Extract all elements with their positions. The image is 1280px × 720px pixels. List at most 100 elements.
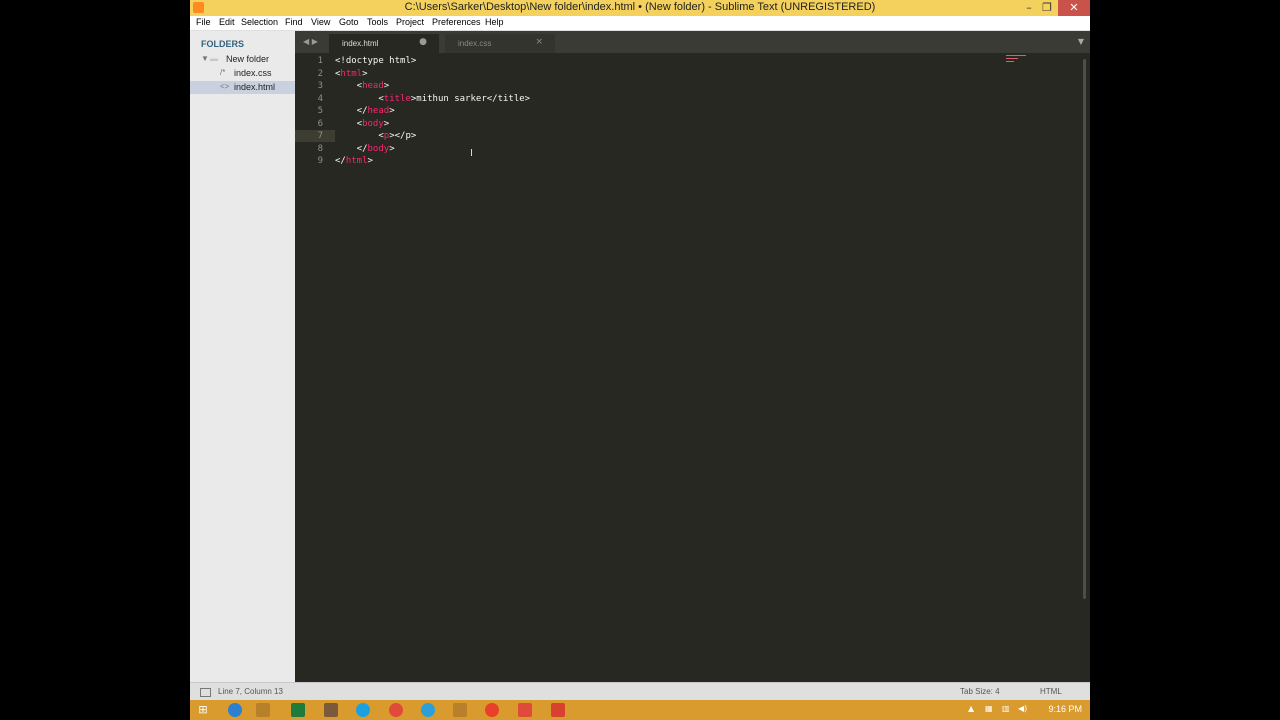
line-number: 8 (317, 143, 323, 154)
code-text: < (335, 93, 384, 104)
code-tag: head (362, 81, 384, 91)
code-tag: html (340, 68, 363, 79)
vertical-scrollbar[interactable] (1083, 59, 1086, 599)
code-text: > (367, 156, 373, 166)
code-text: > (383, 118, 390, 129)
file-explorer-icon[interactable] (256, 703, 270, 717)
tab-index-html[interactable]: index.html ● (329, 34, 439, 53)
menu-find[interactable]: Find (285, 17, 303, 27)
menu-view[interactable]: View (311, 17, 330, 27)
camtasia-icon[interactable] (551, 703, 565, 717)
line-number: 6 (317, 118, 323, 129)
folder-icon: ▬ (210, 54, 218, 63)
code-text: >mithun sarker</title> (410, 93, 531, 104)
sidebar-file-index-html[interactable]: <> index.html (190, 81, 295, 94)
code-text: > (362, 68, 368, 79)
menu-selection[interactable]: Selection (241, 17, 278, 27)
line-number: 1 (317, 56, 323, 66)
sidebar-file-index-css[interactable]: /* index.css (190, 67, 295, 80)
code-text: < (335, 118, 363, 129)
tray-expand-icon[interactable]: ▲ (968, 704, 974, 713)
app-icon[interactable] (324, 703, 338, 717)
line-gutter: 1 2 3 4 5 6 7 8 9 (295, 53, 323, 682)
ibeam-cursor-icon: I (470, 148, 473, 159)
close-button[interactable]: ✕ (1058, 0, 1090, 16)
code-line: <head> (335, 81, 390, 91)
network-icon[interactable]: ▦ (985, 704, 993, 713)
code-line: <body> (335, 118, 390, 129)
volume-icon[interactable]: ◀) (1018, 704, 1027, 713)
code-tag: head (367, 106, 390, 116)
menu-tools[interactable]: Tools (367, 17, 388, 27)
media-player-icon[interactable] (485, 703, 499, 717)
file-label: index.css (234, 68, 272, 78)
start-button[interactable]: ⊞ (196, 703, 210, 717)
syntax-indicator[interactable]: HTML (1040, 687, 1062, 696)
sublime-taskbar-icon[interactable] (453, 703, 467, 717)
disclosure-triangle-icon[interactable]: ▼ (201, 54, 209, 63)
signal-icon[interactable]: ▥ (1002, 704, 1010, 713)
line-number: 3 (317, 81, 323, 91)
code-text: < (335, 81, 363, 91)
tab-label: index.css (458, 39, 492, 48)
code-text: </ (335, 106, 368, 116)
cursor-position: Line 7, Column 13 (218, 687, 283, 696)
code-line: <p></p> (335, 131, 416, 141)
code-line: <title>mithun sarker</title> (335, 94, 530, 104)
line-number: 4 (317, 93, 323, 104)
line-number: 2 (317, 68, 323, 79)
sidebar: FOLDERS ▼ ▬ New folder /* index.css <> i… (190, 31, 295, 682)
window-title: C:\Users\Sarker\Desktop\New folder\index… (404, 1, 876, 13)
code-text: </ (335, 156, 346, 166)
code-text: < (335, 131, 384, 141)
tab-label: index.html (342, 39, 379, 48)
unsaved-dot-icon[interactable]: ● (419, 37, 427, 47)
tab-nav-arrows[interactable]: ◀ ▶ (303, 37, 318, 46)
ie-icon[interactable] (228, 703, 242, 717)
code-text: > (389, 106, 395, 116)
code-text: </ (335, 143, 368, 154)
code-editor[interactable]: 1 2 3 4 5 6 7 8 9 <!doctype html> <html>… (295, 53, 1090, 682)
code-text: ></p> (389, 131, 417, 141)
code-line: <html> (335, 69, 368, 79)
menu-help[interactable]: Help (485, 17, 504, 27)
code-line: </head> (335, 106, 395, 116)
sublime-window: C:\Users\Sarker\Desktop\New folder\index… (190, 0, 1090, 720)
maximize-button[interactable]: ❐ (1039, 0, 1055, 16)
code-tag: html (345, 156, 368, 166)
taskbar-clock[interactable]: 9:16 PM (1048, 704, 1082, 714)
line-number: 7 (317, 131, 323, 141)
line-number: 5 (317, 106, 323, 116)
code-tag: body (367, 143, 390, 154)
menu-file[interactable]: File (196, 17, 211, 27)
menu-edit[interactable]: Edit (219, 17, 235, 27)
menu-goto[interactable]: Goto (339, 17, 359, 27)
code-text: > (389, 143, 395, 154)
close-tab-icon[interactable]: × (535, 37, 543, 47)
minimize-button[interactable]: – (1021, 0, 1037, 16)
menu-bar: File Edit Selection Find View Goto Tools… (190, 16, 1090, 31)
tab-bar: ◀ ▶ index.html ● index.css × ▼ (295, 31, 1090, 53)
tab-size-indicator[interactable]: Tab Size: 4 (960, 687, 1000, 696)
excel-icon[interactable] (291, 703, 305, 717)
windows-taskbar: ⊞ ▲ ▦ ▥ ◀) 9:16 PM (190, 700, 1090, 720)
skype-icon[interactable] (356, 703, 370, 717)
code-tag: title (383, 93, 411, 104)
status-bar: Line 7, Column 13 Tab Size: 4 HTML (190, 682, 1090, 701)
menu-preferences[interactable]: Preferences (432, 17, 481, 27)
code-tag: body (362, 118, 384, 129)
sidebar-folder-new-folder[interactable]: ▼ ▬ New folder (190, 53, 295, 66)
tab-dropdown-icon[interactable]: ▼ (1078, 37, 1084, 46)
tab-index-css[interactable]: index.css × (445, 34, 555, 53)
code-line: <!doctype html> (335, 56, 416, 66)
code-line: </html> (335, 156, 373, 166)
menu-project[interactable]: Project (396, 17, 424, 27)
code-text: > (383, 81, 390, 91)
chrome-icon[interactable] (389, 703, 403, 717)
panel-toggle-icon[interactable] (200, 688, 211, 697)
code-line: </body> (335, 144, 395, 154)
folder-label: New folder (226, 54, 270, 64)
telegram-icon[interactable] (421, 703, 435, 717)
minimap[interactable] (1006, 55, 1026, 65)
recorder-icon[interactable] (518, 703, 532, 717)
